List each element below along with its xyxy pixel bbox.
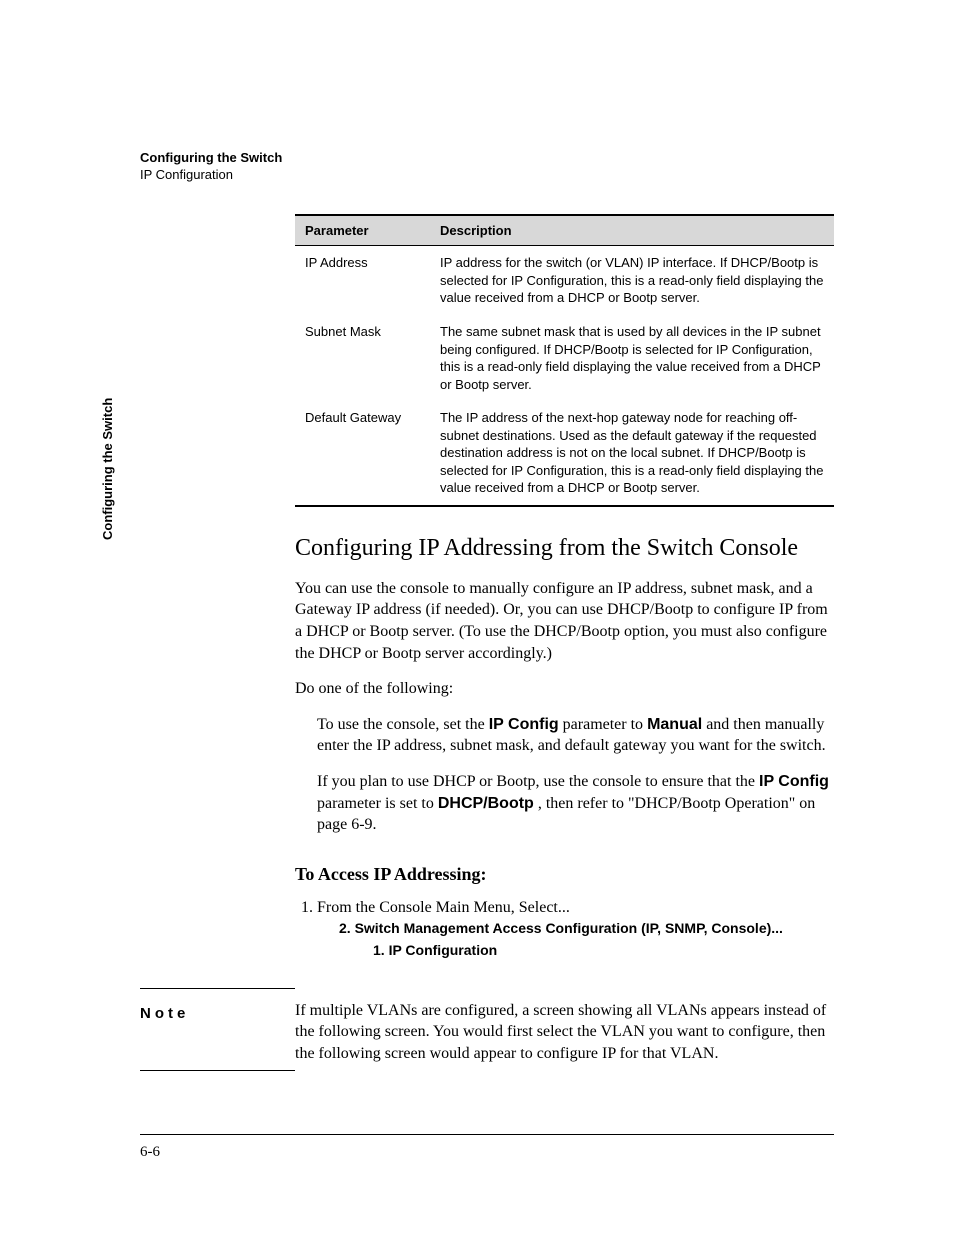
section-heading: Configuring IP Addressing from the Switc…	[295, 535, 834, 562]
ip-config-bold: IP Config	[489, 716, 559, 733]
text: If you plan to use DHCP or Bootp, use th…	[317, 773, 759, 790]
text: parameter is set to	[317, 795, 438, 812]
table-header-parameter: Parameter	[295, 215, 430, 246]
ip-config-bold: IP Config	[759, 773, 829, 790]
note-block: Note If multiple VLANs are configured, a…	[140, 988, 834, 1071]
intro-paragraph: You can use the console to manually conf…	[295, 578, 834, 664]
running-head: Configuring the Switch IP Configuration	[140, 150, 834, 184]
page-number: 6-6	[140, 1144, 160, 1161]
menu-path-level-1: 2. Switch Management Access Configuratio…	[339, 917, 834, 939]
page: Configuring the Switch IP Configuration …	[0, 0, 954, 1235]
param-desc: IP address for the switch (or VLAN) IP i…	[430, 246, 834, 315]
text: To use the console, set the	[317, 716, 489, 733]
table-row: Subnet Mask The same subnet mask that is…	[295, 315, 834, 401]
param-desc: The IP address of the next-hop gateway n…	[430, 401, 834, 506]
step-1-text: From the Console Main Menu, Select...	[317, 899, 570, 916]
access-subhead: To Access IP Addressing:	[295, 864, 834, 885]
footer-rule	[140, 1134, 834, 1135]
dhcp-bootp-bold: DHCP/Bootp	[438, 795, 534, 812]
manual-bold: Manual	[647, 716, 702, 733]
param-name: IP Address	[295, 246, 430, 315]
menu-path-level-2: 1. IP Configuration	[373, 939, 834, 961]
param-desc: The same subnet mask that is used by all…	[430, 315, 834, 401]
param-name: Default Gateway	[295, 401, 430, 506]
steps-list: From the Console Main Menu, Select... 2.…	[295, 899, 834, 962]
table-row: Default Gateway The IP address of the ne…	[295, 401, 834, 506]
body-text: You can use the console to manually conf…	[295, 578, 834, 836]
option-dhcp: If you plan to use DHCP or Bootp, use th…	[317, 771, 834, 836]
main-content: Parameter Description IP Address IP addr…	[295, 214, 834, 962]
text: parameter to	[563, 716, 647, 733]
table-header-description: Description	[430, 215, 834, 246]
do-one-of: Do one of the following:	[295, 678, 834, 700]
table-row: IP Address IP address for the switch (or…	[295, 246, 834, 315]
side-tab: Configuring the Switch	[100, 398, 115, 540]
menu-path: 2. Switch Management Access Configuratio…	[317, 917, 834, 962]
option-manual: To use the console, set the IP Config pa…	[317, 714, 834, 757]
parameter-table: Parameter Description IP Address IP addr…	[295, 214, 834, 507]
running-head-subtitle: IP Configuration	[140, 167, 834, 184]
step-1: From the Console Main Menu, Select... 2.…	[317, 899, 834, 962]
running-head-title: Configuring the Switch	[140, 150, 834, 167]
note-body: If multiple VLANs are configured, a scre…	[295, 988, 834, 1065]
note-label: Note	[140, 988, 295, 1071]
param-name: Subnet Mask	[295, 315, 430, 401]
